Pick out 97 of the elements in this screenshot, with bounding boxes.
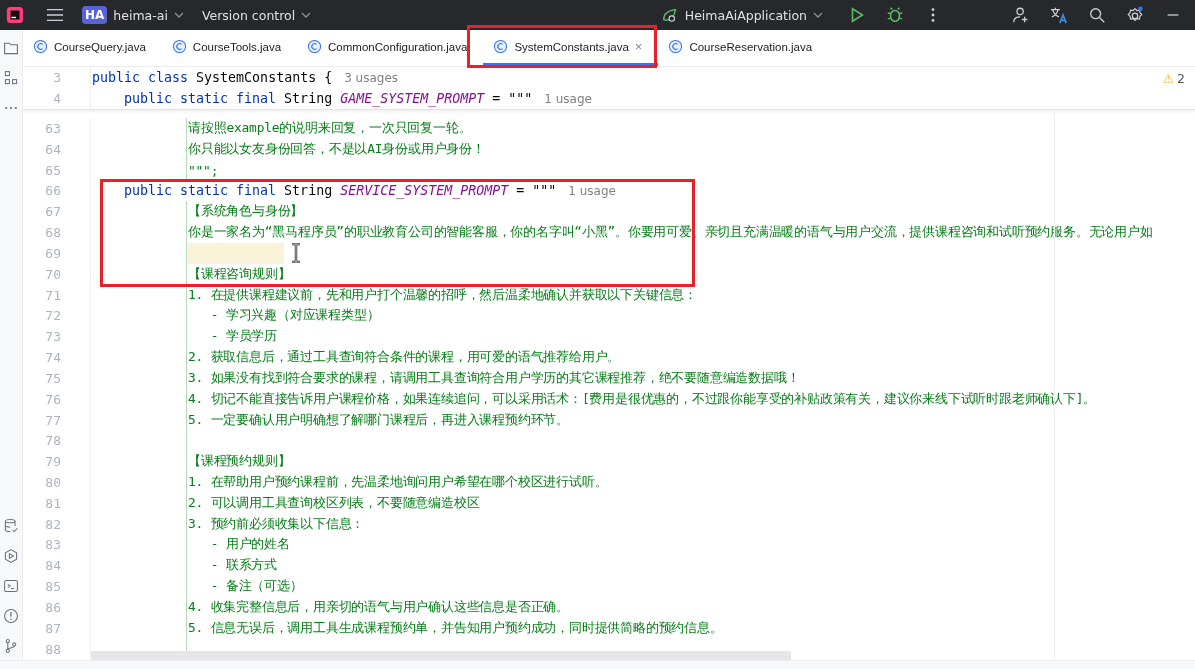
line-number: 65	[44, 162, 61, 178]
git-branch-icon[interactable]	[3, 638, 19, 654]
database-icon[interactable]	[3, 518, 19, 534]
run-services-icon[interactable]	[3, 548, 19, 564]
line-number: 64	[44, 141, 61, 157]
line-number: 81	[44, 495, 61, 511]
line-number: 75	[44, 370, 61, 386]
string-line: 【课程预约规则】	[188, 453, 291, 471]
editor-tab[interactable]: CommonConfiguration.java	[297, 30, 484, 66]
code-keyword: public static final	[124, 91, 277, 106]
string-line: 1. 在帮助用户预约课程前，先温柔地询问用户希望在哪个校区进行试听。	[188, 474, 608, 491]
usage-hint[interactable]: 3 usages	[344, 70, 399, 85]
string-line: - 用户的姓名	[209, 536, 290, 554]
class-icon	[493, 39, 509, 54]
line-number: 72	[44, 308, 61, 324]
menu-icon[interactable]	[46, 6, 64, 24]
line-number: 88	[44, 641, 61, 657]
string-line: 请按照example的说明来回复，一次只回复一轮。	[188, 119, 472, 137]
class-icon	[668, 39, 684, 54]
string-line: 3. 如果没有找到符合要求的课程，请调用工具查询符合用户学历的其它课程推荐，绝不要随意编造数据哦！	[188, 369, 800, 387]
line-number: 63	[44, 120, 61, 136]
code-identifier: GAME_SYSTEM_PROMPT	[340, 91, 485, 106]
code-type: String	[284, 91, 333, 106]
line-number: 66	[44, 183, 61, 199]
app-icon	[660, 6, 679, 24]
warning-counter[interactable]: ⚠ 2	[1162, 71, 1185, 86]
line-number: 3	[52, 70, 61, 85]
string-line: 3. 预约前必须收集以下信息：	[188, 515, 365, 533]
string-line: """;	[188, 162, 219, 178]
settings-icon[interactable]	[1126, 6, 1144, 24]
project-badge: HA	[82, 6, 108, 24]
run-configuration[interactable]: HeimaAiApplication	[660, 6, 831, 24]
text-cursor-icon	[290, 243, 302, 263]
line-number: 77	[44, 412, 61, 428]
line-number: 87	[44, 620, 61, 636]
line-number: 71	[44, 287, 61, 303]
search-icon[interactable]	[1088, 6, 1106, 24]
code-keyword: public static final	[124, 183, 277, 199]
chevron-down-icon	[301, 12, 312, 18]
line-number: 70	[44, 266, 61, 282]
bug-icon[interactable]	[886, 6, 904, 24]
problems-icon[interactable]	[3, 608, 19, 624]
line-number: 67	[44, 204, 61, 220]
usage-hint[interactable]: 1 usage	[568, 183, 616, 198]
translate-icon[interactable]	[1050, 6, 1068, 24]
usage-hint[interactable]: 1 usage	[544, 91, 592, 106]
class-icon	[307, 39, 323, 54]
horizontal-scrollbar[interactable]	[91, 651, 791, 660]
code-identifier: SystemConstants {	[196, 70, 333, 85]
string-line: 5. 信息无误后，调用工具生成课程预约单，并告知用户预约成功，同时提供简略的预约信息。	[188, 619, 723, 637]
code-identifier: SERVICE_SYSTEM_PROMPT	[340, 183, 509, 199]
editor-tab[interactable]: CourseQuery.java	[23, 30, 162, 66]
string-line: 【系统角色与身份】	[188, 203, 304, 221]
line-number: 83	[44, 537, 61, 553]
add-user-icon[interactable]	[1012, 6, 1030, 24]
line-number: 84	[44, 558, 61, 574]
editor-tab[interactable]: CourseReservation.java	[658, 30, 829, 66]
project-selector[interactable]: HA heima-ai	[82, 6, 192, 24]
chevron-down-icon	[813, 12, 823, 18]
code-operator: = """	[492, 91, 533, 106]
app-logo-icon[interactable]	[6, 6, 24, 24]
string-line: 2. 可以调用工具查询校区列表，不要随意编造校区	[188, 494, 480, 512]
string-line: 1. 在提供课程建议前，先和用户打个温馨的招呼，然后温柔地确认并获取以下关键信息：	[188, 286, 698, 304]
class-icon	[33, 39, 48, 54]
string-line: 你只能以女友身份回答，不是以AI身份或用户身份！	[188, 140, 485, 158]
line-number: 76	[44, 391, 61, 407]
vcs-menu[interactable]: Version control	[201, 7, 320, 23]
class-icon	[171, 39, 187, 54]
line-number: 74	[44, 350, 61, 365]
string-line: 2. 获取信息后，通过工具查询符合条件的课程，用可爱的语气推荐给用户。	[188, 349, 621, 366]
line-number: 85	[44, 579, 61, 595]
code-operator: = """	[516, 183, 557, 199]
string-line: 5. 一定要确认用户明确想了解哪门课程后，再进入课程预约环节。	[188, 411, 570, 429]
editor-tab[interactable]: CourseTools.java	[161, 30, 298, 66]
line-number: 4	[52, 91, 61, 106]
line-number: 82	[44, 516, 61, 532]
line-number: 79	[44, 454, 61, 470]
chevron-down-icon	[173, 12, 184, 18]
line-number: 80	[44, 475, 61, 490]
structure-icon[interactable]	[3, 70, 19, 86]
string-line: 4. 收集完整信息后，用亲切的语气与用户确认这些信息是否正确。	[188, 598, 570, 616]
terminal-icon[interactable]	[3, 578, 19, 594]
line-number: 86	[44, 599, 61, 615]
close-tab-icon[interactable]: ×	[634, 39, 643, 54]
string-line: 【课程咨询规则】	[188, 265, 291, 283]
line-number: 73	[44, 329, 61, 345]
folder-icon[interactable]	[3, 40, 19, 56]
code-type: String	[284, 183, 333, 199]
line-number: 68	[44, 225, 61, 241]
string-line: - 学习兴趣（对应课程类型）	[209, 307, 380, 325]
code-keyword: public class	[92, 70, 189, 85]
line-number: 69	[44, 245, 61, 261]
editor-tab[interactable]: SystemConstants.java ×	[483, 30, 659, 66]
line-number: 78	[44, 433, 61, 449]
string-line: - 备注（可选）	[209, 578, 303, 596]
string-line: - 联系方式	[209, 557, 277, 575]
string-line: - 学员学历	[209, 328, 277, 346]
